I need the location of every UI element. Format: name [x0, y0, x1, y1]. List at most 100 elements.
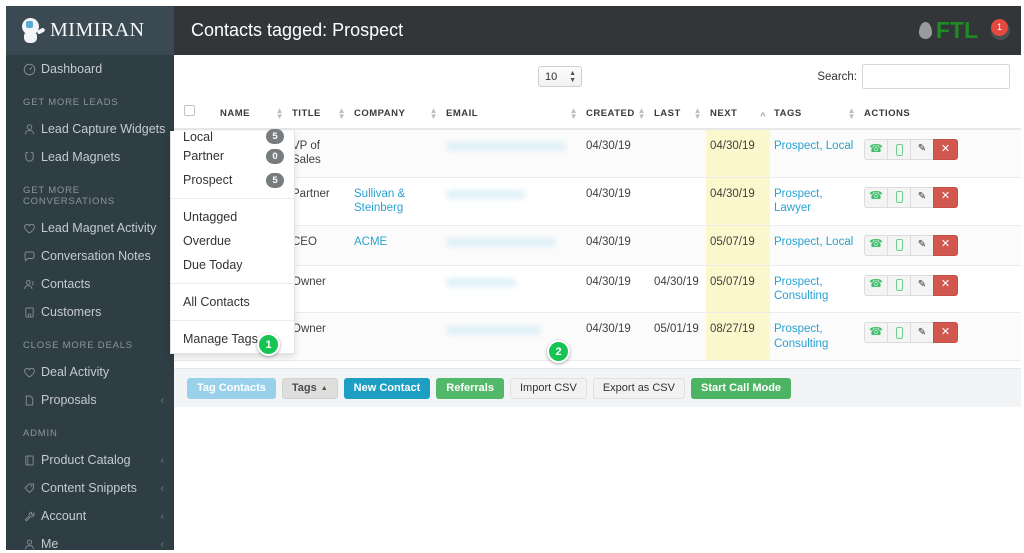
call-action-button[interactable]: ☎ [864, 139, 887, 160]
delete-action-button[interactable]: ✕ [933, 234, 958, 256]
sidebar-item-deal-activity[interactable]: Deal Activity [6, 358, 174, 386]
table-row[interactable]: Partner Sullivan & Steinberg 04/30/19 04/30… [174, 177, 1021, 226]
call-action-button[interactable]: ☎ [864, 322, 887, 344]
tags-link[interactable]: Prospect, Consulting [774, 276, 828, 302]
tag-contacts-button[interactable]: Tag Contacts [187, 377, 276, 399]
tags-menu-item-overdue[interactable]: Overdue [171, 229, 294, 253]
tags-link[interactable]: Prospect, Local [774, 140, 853, 152]
search-input[interactable] [862, 64, 1010, 89]
delete-action-button[interactable]: ✕ [933, 139, 958, 160]
table-row[interactable]: EduardoVP of Sales04/30/1904/30/19Prospe… [174, 129, 1021, 178]
table-row[interactable]: Owner 04/30/19 04/30/19 05/07/19 Prospect, C… [174, 265, 1021, 314]
sidebar-item-content-snippets[interactable]: Content Snippets ‹ [6, 474, 174, 502]
text-action-button[interactable] [887, 274, 910, 296]
search-label: Search: [817, 70, 857, 83]
cell-tags[interactable]: Prospect, Consulting [770, 265, 860, 314]
sidebar-item-conversation-notes[interactable]: Conversation Notes [6, 242, 174, 270]
column-header-company[interactable]: COMPANY ▲ ▼ [350, 99, 442, 130]
text-action-button[interactable] [887, 186, 910, 208]
cell-company[interactable]: Sullivan & Steinberg [350, 177, 442, 226]
cell-title: Owner [288, 265, 350, 314]
sidebar-item-contacts[interactable]: Contacts [6, 270, 174, 298]
sidebar-item-label: Proposals [41, 393, 97, 407]
sort-icon[interactable]: ▲ ▼ [848, 107, 856, 121]
column-header-last[interactable]: LAST ▲ ▼ [650, 99, 706, 130]
pencil-icon: ✎ [917, 278, 927, 290]
delete-action-button[interactable]: ✕ [933, 274, 958, 296]
import-csv-button[interactable]: Import CSV [509, 377, 587, 399]
sidebar-item-dashboard[interactable]: Dashboard [6, 55, 174, 83]
column-header-name[interactable]: NAME ▲ ▼ [216, 99, 288, 130]
sidebar-item-lead-magnet-activity[interactable]: Lead Magnet Activity [6, 214, 174, 242]
sort-icon[interactable]: ▲ ▼ [694, 107, 702, 121]
sidebar-item-lead-capture-widgets[interactable]: Lead Capture Widgets [6, 115, 174, 143]
referrals-button[interactable]: Referrals [436, 377, 504, 399]
column-header-created[interactable]: CREATED ▲ ▼ [582, 99, 650, 130]
sidebar-section-close-more-deals: CLOSE MORE DEALS [23, 340, 133, 351]
new-contact-button[interactable]: New Contact [343, 377, 431, 399]
edit-action-button[interactable]: ✎ [910, 322, 933, 344]
delete-action-button[interactable]: ✕ [933, 322, 958, 344]
call-action-button[interactable]: ☎ [864, 186, 887, 208]
content-panel: 10 ▲ ▼ Search: NAME ▲ ▼ TITLE ▲ ▼ COMPAN… [174, 55, 1021, 412]
page-length-select[interactable]: 10 ▲ ▼ [538, 66, 582, 87]
column-label: NEXT [710, 108, 738, 119]
notification-bell-icon[interactable]: 1 [991, 19, 1010, 40]
column-header-select-all[interactable] [174, 99, 216, 130]
edit-action-button[interactable]: ✎ [910, 234, 933, 256]
sort-asc-icon[interactable]: ^ [760, 112, 766, 121]
column-header-next[interactable]: NEXT ^ [706, 99, 770, 130]
edit-action-button[interactable]: ✎ [910, 139, 933, 160]
text-action-button[interactable] [887, 322, 910, 344]
tags-dropdown-button[interactable]: Tags ▲ [281, 377, 338, 399]
sort-icon[interactable]: ▲ ▼ [570, 107, 578, 121]
start-call-mode-button[interactable]: Start Call Mode [690, 377, 792, 399]
flame-drop-icon [918, 22, 932, 39]
edit-action-button[interactable]: ✎ [910, 274, 933, 296]
sort-icon[interactable]: ▲ ▼ [338, 107, 346, 121]
cell-email [442, 129, 582, 178]
call-action-button[interactable]: ☎ [864, 234, 887, 256]
sort-icon[interactable]: ▲ ▼ [638, 107, 646, 121]
sort-icon[interactable]: ▲ ▼ [430, 107, 438, 121]
sidebar-item-me[interactable]: Me ‹ [6, 530, 174, 550]
sidebar-item-product-catalog[interactable]: Product Catalog ‹ [6, 446, 174, 474]
tags-menu-item-local[interactable]: Local 5 [171, 129, 294, 144]
text-action-button[interactable] [887, 234, 910, 256]
column-header-email[interactable]: EMAIL ▲ ▼ [442, 99, 582, 130]
table-row[interactable]: CEO ACME 04/30/19 05/07/19 Prospect, Local ☎ ✎… [174, 225, 1021, 266]
column-header-title[interactable]: TITLE ▲ ▼ [288, 99, 350, 130]
table-row[interactable]: Owner 04/30/19 05/01/19 08/27/19 Prospect, C… [174, 312, 1021, 361]
sidebar-item-lead-magnets[interactable]: Lead Magnets [6, 143, 174, 171]
cell-tags[interactable]: Prospect, Consulting [770, 312, 860, 361]
sidebar-item-account[interactable]: Account ‹ [6, 502, 174, 530]
edit-action-button[interactable]: ✎ [910, 186, 933, 208]
export-csv-button[interactable]: Export as CSV [592, 377, 685, 399]
delete-action-button[interactable]: ✕ [933, 186, 958, 208]
tags-menu-item-untagged[interactable]: Untagged [171, 205, 294, 229]
sort-icon[interactable]: ▲ ▼ [276, 107, 284, 121]
select-all-checkbox[interactable] [184, 105, 195, 116]
tags-menu-item-partner[interactable]: Partner 0 [171, 144, 294, 168]
cell-company[interactable]: ACME [350, 225, 442, 266]
tags-menu-item-all-contacts[interactable]: All Contacts [171, 290, 294, 314]
call-action-button[interactable]: ☎ [864, 274, 887, 296]
sidebar-item-proposals[interactable]: Proposals ‹ [6, 386, 174, 414]
cell-tags[interactable]: Prospect, Lawyer [770, 177, 860, 226]
ftl-logo[interactable]: FTL [918, 17, 978, 44]
tags-menu-item-due-today[interactable]: Due Today [171, 253, 294, 277]
tags-link[interactable]: Prospect, Local [774, 236, 853, 248]
cell-tags[interactable]: Prospect, Local [770, 225, 860, 266]
brand-logo[interactable]: MIMIRAN [6, 6, 174, 55]
tags-link[interactable]: Prospect, Lawyer [774, 188, 823, 214]
cell-tags[interactable]: Prospect, Local [770, 129, 860, 178]
column-header-tags[interactable]: TAGS ▲ ▼ [770, 99, 860, 130]
close-icon: ✕ [940, 238, 951, 251]
sidebar-item-customers[interactable]: Customers [6, 298, 174, 326]
company-link[interactable]: ACME [354, 236, 387, 248]
tags-link[interactable]: Prospect, Consulting [774, 323, 828, 349]
cell-company [350, 265, 442, 314]
tags-menu-item-prospect[interactable]: Prospect 5 [171, 168, 294, 192]
text-action-button[interactable] [887, 139, 910, 160]
company-link[interactable]: Sullivan & Steinberg [354, 188, 405, 214]
